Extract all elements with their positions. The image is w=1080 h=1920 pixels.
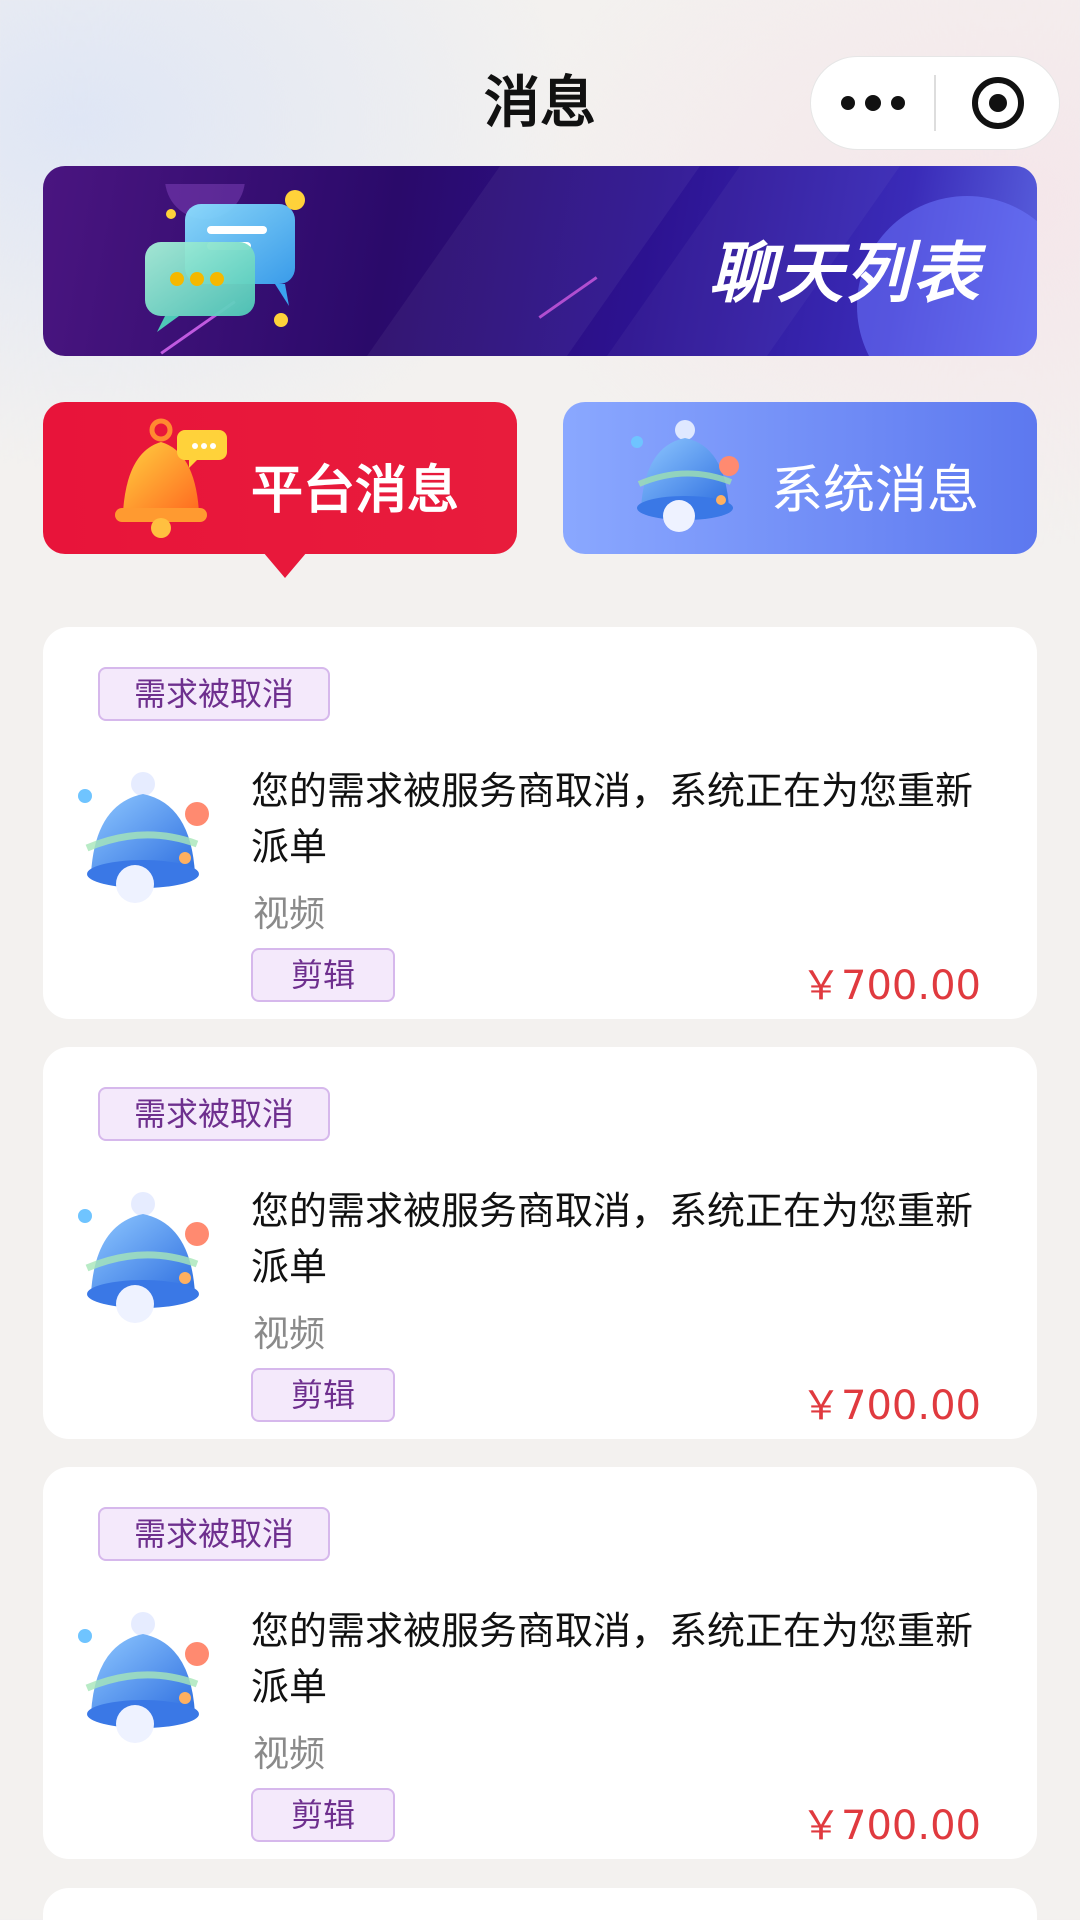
bell-orange-icon: [115, 418, 227, 538]
more-dots-icon[interactable]: [811, 57, 934, 149]
tab-system-messages[interactable]: 系统消息: [563, 402, 1037, 554]
tab-platform-messages[interactable]: 平台消息: [43, 402, 517, 578]
skill-tag: 剪辑: [251, 1788, 395, 1842]
message-text: 您的需求被服务商取消，系统正在为您重新派单: [251, 1189, 974, 1289]
bell-blue-icon: [631, 420, 739, 532]
bell-blue-icon: [78, 772, 209, 903]
message-card[interactable]: 需求被取消 您的需求被服务商取消，系统正在为您重新派单 视频 剪辑 ￥700.0…: [43, 627, 1037, 1019]
bell-blue-icon: [78, 1192, 209, 1323]
active-tab-pointer: [263, 552, 307, 578]
banner-title: 聊天列表: [709, 235, 981, 312]
status-tag: 需求被取消: [98, 1087, 331, 1141]
tab-platform-label: 平台消息: [250, 461, 459, 521]
message-category: 视频: [253, 1734, 326, 1775]
message-price: ￥700.00: [801, 1383, 981, 1429]
tab-system-label: 系统消息: [770, 461, 979, 521]
message-text: 您的需求被服务商取消，系统正在为您重新派单: [251, 769, 974, 869]
target-circle-icon[interactable]: [936, 57, 1059, 149]
skill-tag: 剪辑: [251, 1368, 395, 1422]
status-tag: 需求被取消: [98, 667, 331, 721]
chat-bubbles-icon: [145, 184, 305, 332]
chat-list-banner[interactable]: 聊天列表: [43, 166, 1037, 356]
bell-blue-icon: [78, 1612, 209, 1743]
message-text: 您的需求被服务商取消，系统正在为您重新派单: [251, 1609, 974, 1709]
message-price: ￥700.00: [801, 1803, 981, 1849]
message-card[interactable]: 需求被取消 您的需求被服务商取消，系统正在为您重新派单 视频 剪辑 ￥700.0…: [43, 1467, 1037, 1859]
message-category: 视频: [253, 1314, 326, 1355]
status-tag: 需求被取消: [98, 1507, 331, 1561]
message-card-partial[interactable]: [43, 1888, 1037, 1920]
message-price: ￥700.00: [801, 963, 981, 1009]
skill-tag: 剪辑: [251, 948, 395, 1002]
mini-program-capsule: [810, 56, 1060, 150]
message-category: 视频: [253, 894, 326, 935]
message-card[interactable]: 需求被取消 您的需求被服务商取消，系统正在为您重新派单 视频 剪辑 ￥700.0…: [43, 1047, 1037, 1439]
